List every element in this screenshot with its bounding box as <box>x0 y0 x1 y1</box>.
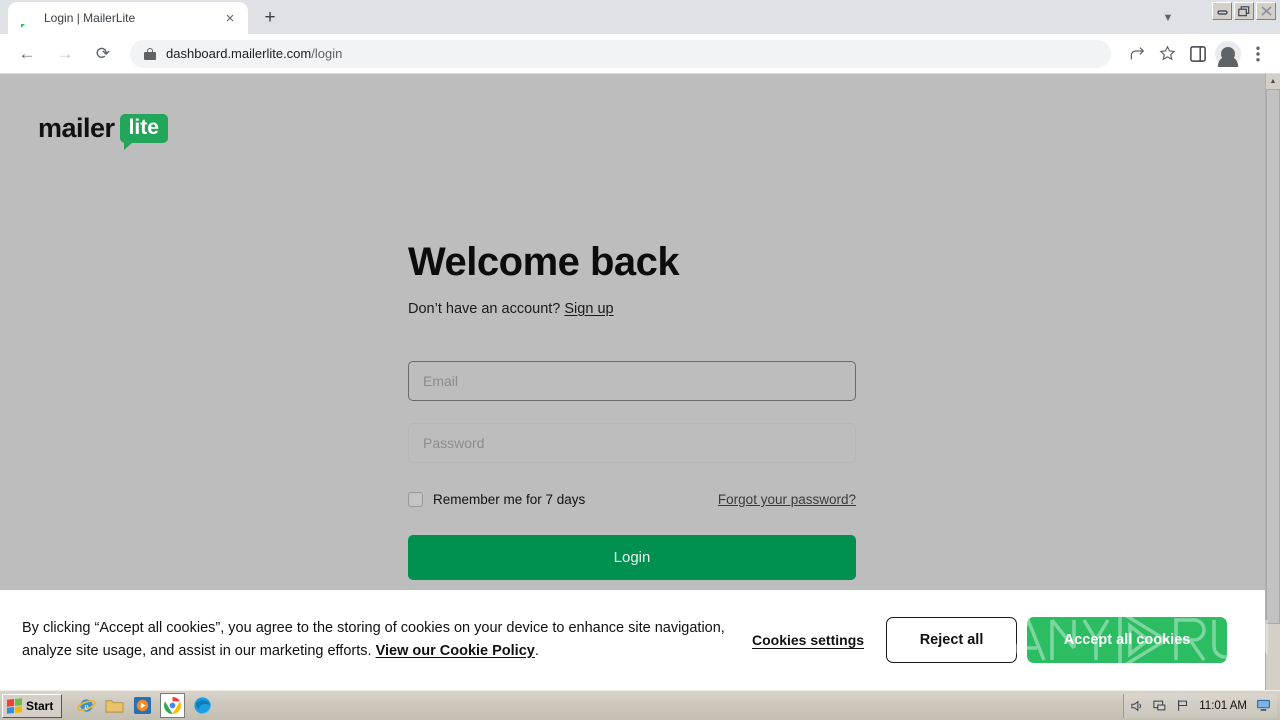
back-icon[interactable]: ← <box>12 39 42 69</box>
browser-tab[interactable]: Login | MailerLite × <box>8 2 248 34</box>
remember-me-label: Remember me for 7 days <box>433 492 586 507</box>
page-viewport: mailer lite Welcome back Don’t have an a… <box>0 74 1280 690</box>
cookie-text-period: . <box>534 643 539 659</box>
quick-launch-bar: e <box>76 693 213 718</box>
password-placeholder: Password <box>423 435 485 451</box>
reject-all-button[interactable]: Reject all <box>886 617 1018 663</box>
signup-link[interactable]: Sign up <box>564 301 613 317</box>
folder-icon[interactable] <box>104 695 125 716</box>
cookie-text-line1: By clicking “Accept all cookies”, you ag… <box>22 619 625 636</box>
cookie-policy-link[interactable]: View our Cookie Policy <box>376 643 535 659</box>
lock-icon <box>144 47 156 61</box>
chevron-down-icon[interactable]: ▼ <box>1156 6 1180 30</box>
forward-icon[interactable]: → <box>50 39 80 69</box>
monitor-icon[interactable] <box>1256 699 1271 712</box>
close-icon[interactable]: × <box>220 8 240 28</box>
side-panel-icon[interactable] <box>1184 40 1212 68</box>
remember-me-checkbox[interactable] <box>408 492 423 507</box>
browser-toolbar: ← → ⟳ dashboard.mailerlite.com/login <box>0 34 1280 74</box>
page-title: Welcome back <box>408 240 680 284</box>
url-text: dashboard.mailerlite.com/login <box>166 46 342 61</box>
address-bar[interactable]: dashboard.mailerlite.com/login <box>130 39 1111 68</box>
cookies-settings-link[interactable]: Cookies settings <box>752 632 864 648</box>
windows-flag-icon <box>7 697 22 714</box>
edge-icon[interactable] <box>192 695 213 716</box>
network-icon[interactable] <box>1153 699 1167 712</box>
logo-badge: lite <box>119 114 168 150</box>
close-button[interactable] <box>1256 2 1276 20</box>
svg-text:e: e <box>85 702 89 712</box>
forgot-password-link[interactable]: Forgot your password? <box>718 492 856 507</box>
system-tray: 11:01 AM <box>1123 693 1277 718</box>
volume-icon[interactable] <box>1130 700 1144 712</box>
accept-all-cookies-button[interactable]: Accept all cookies <box>1027 617 1228 663</box>
logo-badge-text: lite <box>128 116 159 139</box>
url-path: /login <box>311 46 343 61</box>
tab-title: Login | MailerLite <box>44 11 136 25</box>
remember-me-group[interactable]: Remember me for 7 days <box>408 492 585 507</box>
browser-window: Login | MailerLite × + ▼ ← → ⟳ dashboard… <box>0 0 1280 690</box>
reload-icon[interactable]: ⟳ <box>88 39 118 69</box>
scrollbar-thumb[interactable] <box>1266 89 1280 624</box>
flag-icon[interactable] <box>1176 699 1190 712</box>
logo-word: mailer <box>38 113 115 143</box>
login-button[interactable]: Login <box>408 535 856 580</box>
tab-strip: Login | MailerLite × + ▼ <box>0 0 1280 34</box>
chrome-icon[interactable] <box>160 693 186 718</box>
url-host: dashboard.mailerlite.com <box>166 46 312 61</box>
window-controls <box>1212 2 1276 20</box>
minimize-button[interactable] <box>1212 2 1232 20</box>
windows-taskbar: Start e 11:01 AM <box>0 690 1280 720</box>
cookie-consent-banner: By clicking “Accept all cookies”, you ag… <box>0 590 1265 690</box>
three-dot-menu-icon[interactable] <box>1244 40 1272 68</box>
scroll-up-icon[interactable]: ▲ <box>1266 74 1280 89</box>
share-icon[interactable] <box>1122 40 1150 68</box>
start-label: Start <box>26 698 54 713</box>
internet-explorer-icon[interactable]: e <box>76 695 97 716</box>
cookie-banner-text: By clicking “Accept all cookies”, you ag… <box>22 617 752 664</box>
taskbar-clock[interactable]: 11:01 AM <box>1199 700 1247 712</box>
new-tab-button[interactable]: + <box>256 4 284 32</box>
cookie-banner-actions: Cookies settings Reject all Accept all c… <box>752 617 1228 663</box>
email-placeholder: Email <box>423 373 459 389</box>
login-form: Welcome back Don’t have an account? Sign… <box>408 74 856 580</box>
options-row: Remember me for 7 days Forgot your passw… <box>408 492 856 507</box>
signup-prompt-text: Don’t have an account? <box>408 301 565 317</box>
email-input[interactable]: Email <box>408 361 856 401</box>
signup-prompt: Don’t have an account? Sign up <box>408 301 856 317</box>
media-player-icon[interactable] <box>132 695 153 716</box>
page-scrollbar[interactable]: ▲ <box>1265 74 1280 690</box>
mailerlite-logo[interactable]: mailer lite <box>38 113 168 150</box>
speech-bubble-icon <box>20 11 35 28</box>
profile-avatar-icon[interactable] <box>1215 40 1241 67</box>
password-input[interactable]: Password <box>408 423 856 463</box>
start-button[interactable]: Start <box>2 693 63 718</box>
bookmark-star-icon[interactable] <box>1153 40 1181 68</box>
restore-button[interactable] <box>1234 2 1254 20</box>
